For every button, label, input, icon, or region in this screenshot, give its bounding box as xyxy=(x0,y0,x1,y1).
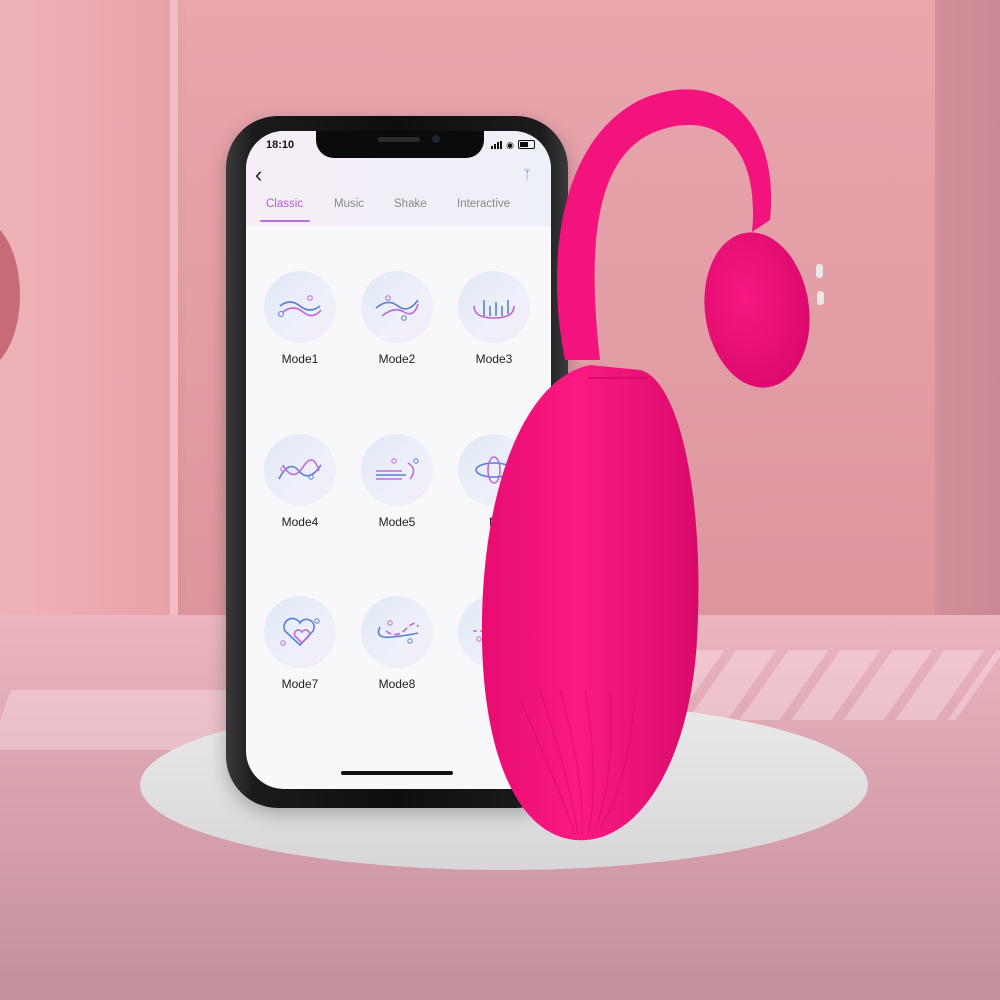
front-camera xyxy=(432,135,440,143)
tab-interactive[interactable]: Interactive xyxy=(457,198,510,210)
mode-label: Mode7 xyxy=(281,677,319,691)
mode-tabs: Classic Music Shake Interactive xyxy=(246,198,551,224)
speaker xyxy=(378,137,420,142)
smartphone: 18:10 ◉ ‹ ᛉ Classic Music Shake Interact… xyxy=(226,116,568,808)
mode-label: Mode2 xyxy=(378,352,416,366)
mode-item-8[interactable]: Mode8 xyxy=(357,596,437,691)
active-tab-indicator xyxy=(260,220,310,222)
pillar xyxy=(0,0,170,640)
mode-item-7[interactable]: Mode7 xyxy=(260,596,340,691)
mode-item-3[interactable]: Mode3 xyxy=(454,271,534,366)
right-wall xyxy=(935,0,1000,640)
helix-icon xyxy=(264,434,336,506)
bluetooth-icon[interactable]: ᛉ xyxy=(523,167,531,182)
swirl-icon xyxy=(361,596,433,668)
mode-item-4[interactable]: Mode4 xyxy=(260,434,340,529)
phone-screen: 18:10 ◉ ‹ ᛉ Classic Music Shake Interact… xyxy=(246,131,551,789)
mode-item-5[interactable]: Mode5 xyxy=(357,434,437,529)
crossing-waves-icon xyxy=(361,271,433,343)
mode-label: Mode1 xyxy=(281,352,319,366)
mode-item-6[interactable]: M xyxy=(454,434,534,529)
mode-label: Mode3 xyxy=(475,352,513,366)
phone-notch xyxy=(316,131,484,158)
dashed-wave-icon xyxy=(458,596,530,668)
mode-label: Mo xyxy=(485,677,503,691)
mode-item-9[interactable]: Mo xyxy=(454,596,534,691)
mode-label: Mode8 xyxy=(378,677,416,691)
battery-icon xyxy=(518,140,535,149)
mode-item-1[interactable]: Mode1 xyxy=(260,271,340,366)
hearts-icon xyxy=(264,596,336,668)
app-header: 18:10 ◉ ‹ ᛉ Classic Music Shake Interact… xyxy=(246,131,551,226)
orbit-icon xyxy=(458,434,530,506)
mode-item-2[interactable]: Mode2 xyxy=(357,271,437,366)
mode-label: Mode5 xyxy=(378,515,416,529)
tab-shake[interactable]: Shake xyxy=(394,198,427,210)
mode-label: M xyxy=(489,515,499,529)
tab-music[interactable]: Music xyxy=(334,198,364,210)
equalizer-bowl-icon xyxy=(458,271,530,343)
status-time: 18:10 xyxy=(266,139,295,151)
status-icons: ◉ xyxy=(491,140,535,149)
pillar-edge xyxy=(170,0,178,640)
wifi-icon: ◉ xyxy=(506,139,514,150)
home-indicator xyxy=(341,771,453,775)
wave-lines-icon xyxy=(264,271,336,343)
mode-label: Mode4 xyxy=(281,515,319,529)
signal-icon xyxy=(491,140,503,149)
back-button[interactable]: ‹ xyxy=(255,164,262,186)
tab-classic[interactable]: Classic xyxy=(266,198,303,210)
wind-icon xyxy=(361,434,433,506)
